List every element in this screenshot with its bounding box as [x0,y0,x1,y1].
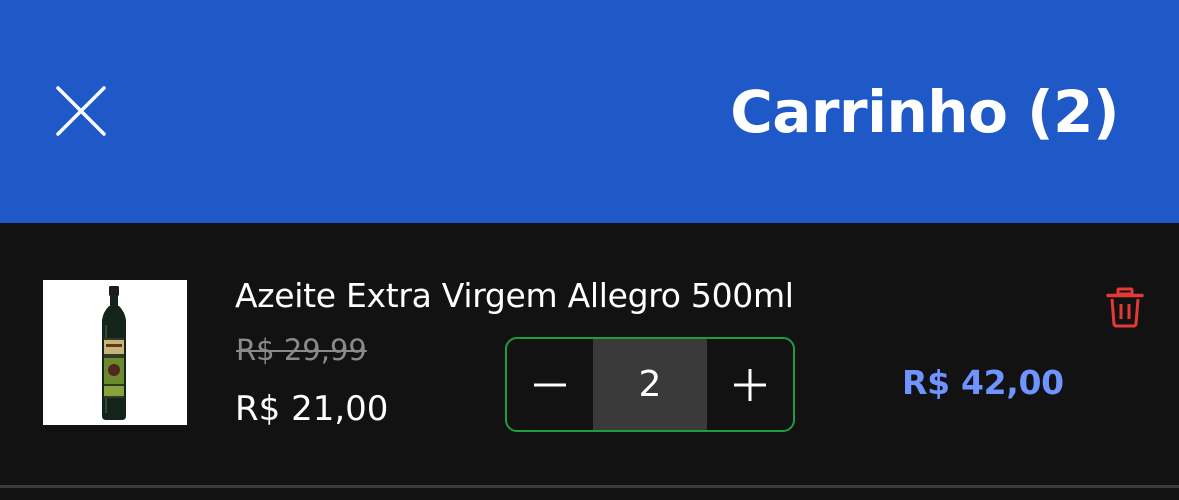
minus-icon [533,383,566,386]
remove-item-button[interactable] [1104,286,1146,328]
product-name[interactable]: Azeite Extra Virgem Allegro 500ml [235,275,794,317]
product-image[interactable] [43,280,187,425]
cart-header: Carrinho (2) [0,0,1179,223]
olive-oil-bottle-image [43,280,187,425]
close-icon [56,86,106,136]
quantity-value[interactable]: 2 [592,339,708,430]
trash-icon [1106,287,1144,328]
cart-title: Carrinho (2) [730,78,1119,146]
decrease-quantity-button[interactable] [507,339,593,430]
item-divider [0,485,1179,488]
discounted-price: R$ 21,00 [235,389,389,429]
original-price: R$ 29,99 [236,333,367,367]
cart-item: Azeite Extra Virgem Allegro 500ml R$ 29,… [0,223,1179,485]
close-button[interactable] [48,78,114,144]
plus-icon [734,368,767,401]
line-total: R$ 42,00 [902,363,1064,402]
increase-quantity-button[interactable] [707,339,793,430]
quantity-stepper: 2 [505,337,795,432]
